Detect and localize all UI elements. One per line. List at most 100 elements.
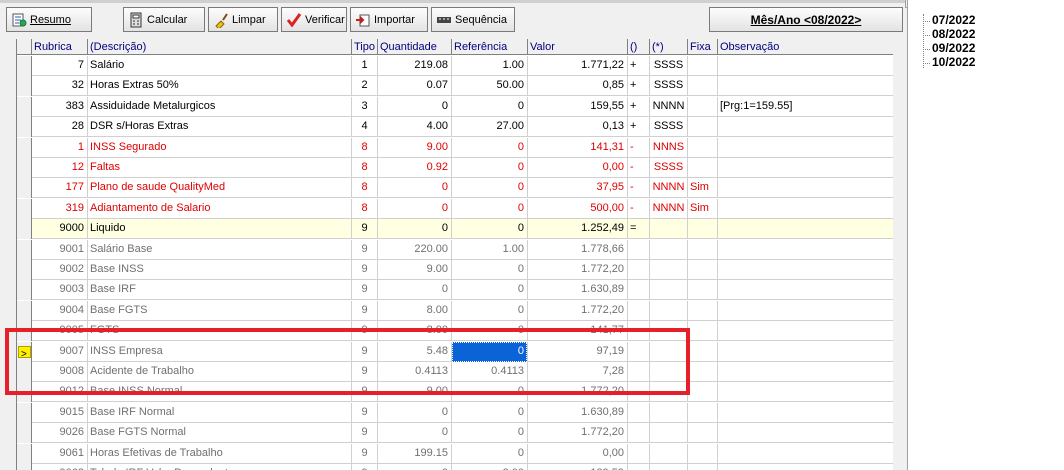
cell-sinal[interactable] bbox=[628, 362, 650, 382]
cell-fixa[interactable] bbox=[688, 321, 718, 342]
cell-referencia[interactable]: 0 bbox=[452, 341, 528, 362]
cell-rubrica[interactable]: 319 bbox=[32, 198, 88, 219]
cell-descricao[interactable]: Base INSS Normal bbox=[88, 382, 352, 403]
cell-quantidade[interactable]: 0 bbox=[378, 423, 452, 444]
cell-tipo[interactable]: 9 bbox=[352, 464, 378, 470]
cell-fixa[interactable] bbox=[688, 219, 718, 240]
cell-fixa[interactable] bbox=[688, 300, 718, 321]
cell-quantidade[interactable]: 0.07 bbox=[378, 76, 452, 97]
table-row[interactable]: 9063Tabela IRF Valor Dependentes902.0018… bbox=[17, 464, 893, 470]
cell-sinal[interactable] bbox=[628, 402, 650, 423]
cell-quantidade[interactable]: 0 bbox=[378, 402, 452, 423]
cell-tipo[interactable]: 9 bbox=[352, 219, 378, 240]
cell-valor[interactable]: 97,19 bbox=[528, 341, 628, 362]
header-referencia[interactable]: Referência bbox=[452, 39, 528, 55]
cell-descricao[interactable]: Base IRF Normal bbox=[88, 402, 352, 423]
import-button[interactable]: Importar bbox=[350, 7, 428, 32]
cell-quantidade[interactable]: 4.00 bbox=[378, 117, 452, 138]
cell-observacao[interactable] bbox=[718, 56, 893, 76]
table-row[interactable]: 9012 Base INSS Normal 9 9.00 0 1.772,20 bbox=[17, 382, 893, 403]
cell-sinal[interactable] bbox=[628, 321, 650, 342]
cell-observacao[interactable] bbox=[718, 382, 893, 402]
cell-rubrica[interactable]: 9063 bbox=[32, 464, 88, 470]
cell-rubrica[interactable]: 9001 bbox=[32, 239, 88, 260]
cell-observacao[interactable] bbox=[718, 199, 893, 219]
cell-observacao[interactable] bbox=[718, 138, 893, 158]
cell-observacao[interactable] bbox=[718, 117, 893, 137]
cell-fixa[interactable] bbox=[688, 158, 718, 178]
table-row[interactable]: 9004 Base FGTS 9 8.00 0 1.772,20 bbox=[17, 300, 893, 321]
cell-quantidade[interactable]: 0 bbox=[378, 198, 452, 219]
cell-valor[interactable]: 1.630,89 bbox=[528, 280, 628, 301]
cell-sinal[interactable] bbox=[628, 423, 650, 444]
table-row[interactable]: 9001 Salário Base 9 220.00 1.00 1.778,66 bbox=[17, 239, 893, 260]
tree-item-period[interactable]: 10/2022 bbox=[932, 56, 975, 69]
cell-valor[interactable]: 141,31 bbox=[528, 137, 628, 158]
cell-descricao[interactable]: Liquido bbox=[88, 219, 352, 240]
cell-descricao[interactable]: FGTS bbox=[88, 321, 352, 342]
cell-flags[interactable] bbox=[650, 423, 688, 444]
header-fixa[interactable]: Fixa bbox=[688, 39, 718, 55]
cell-sinal[interactable] bbox=[628, 341, 650, 362]
table-row[interactable]: 12 Faltas 8 0.92 0 0,00- SSSS bbox=[17, 158, 893, 178]
cell-valor[interactable]: 189,59 bbox=[528, 464, 628, 470]
cell-referencia[interactable]: 1.00 bbox=[452, 239, 528, 260]
cell-descricao[interactable]: Assiduidade Metalurgicos bbox=[88, 96, 352, 117]
cell-rubrica[interactable]: 9002 bbox=[32, 260, 88, 280]
table-row[interactable]: 9061 Horas Efetivas de Trabalho 9 199.15 0 0,… bbox=[17, 443, 893, 464]
header-observacao[interactable]: Observação bbox=[718, 39, 893, 55]
calculate-button[interactable]: Calcular bbox=[123, 7, 205, 32]
cell-quantidade[interactable]: 9.00 bbox=[378, 137, 452, 158]
cell-referencia[interactable]: 0 bbox=[452, 423, 528, 444]
cell-quantidade[interactable]: 9.00 bbox=[378, 382, 452, 403]
cell-valor[interactable]: 0,85 bbox=[528, 76, 628, 97]
cell-rubrica[interactable]: 9005 bbox=[32, 321, 88, 342]
cell-flags[interactable]: SSSS bbox=[650, 158, 688, 178]
cell-valor[interactable]: 1.772,20 bbox=[528, 423, 628, 444]
cell-quantidade[interactable]: 0.92 bbox=[378, 158, 452, 178]
cell-descricao[interactable]: INSS Segurado bbox=[88, 137, 352, 158]
table-row[interactable]: 177 Plano de saude QualityMed 8 0 0 37,95- NNN… bbox=[17, 178, 893, 199]
table-row[interactable]: 9015 Base IRF Normal 9 0 0 1.630,89 bbox=[17, 402, 893, 423]
tree-item-period[interactable]: 09/2022 bbox=[932, 42, 975, 55]
cell-rubrica[interactable]: 9061 bbox=[32, 443, 88, 464]
cell-observacao[interactable] bbox=[718, 280, 893, 300]
cell-valor[interactable]: 1.772,20 bbox=[528, 300, 628, 321]
cell-observacao[interactable]: [Prg:1=159.55] bbox=[718, 97, 893, 117]
cell-referencia[interactable]: 0.4113 bbox=[452, 362, 528, 382]
cell-rubrica[interactable]: 9004 bbox=[32, 300, 88, 321]
cell-fixa[interactable] bbox=[688, 56, 718, 76]
cell-quantidade[interactable]: 9.00 bbox=[378, 260, 452, 280]
cell-valor[interactable]: 7,28 bbox=[528, 362, 628, 382]
cell-flags[interactable] bbox=[650, 239, 688, 260]
cell-valor[interactable]: 1.778,66 bbox=[528, 239, 628, 260]
cell-descricao[interactable]: Horas Extras 50% bbox=[88, 76, 352, 97]
table-row[interactable]: 1 INSS Segurado 8 9.00 0 141,31- NNNS bbox=[17, 137, 893, 158]
cell-descricao[interactable]: INSS Empresa bbox=[88, 341, 352, 362]
cell-fixa[interactable] bbox=[688, 137, 718, 158]
cell-flags[interactable] bbox=[650, 219, 688, 240]
cell-referencia[interactable]: 0 bbox=[452, 198, 528, 219]
table-row[interactable]: 383 Assiduidade Metalurgicos 3 0 0 159,55 + NNN… bbox=[17, 96, 893, 117]
table-row[interactable]: 9002 Base INSS 9 9.00 0 1.772,20 bbox=[17, 260, 893, 280]
cell-sinal[interactable] bbox=[628, 260, 650, 280]
cell-valor[interactable]: 1.772,20 bbox=[528, 260, 628, 280]
table-row[interactable]: 9003 Base IRF 9 0 0 1.630,89 bbox=[17, 280, 893, 301]
cell-flags[interactable] bbox=[650, 341, 688, 362]
cell-valor[interactable]: 1.771,22 bbox=[528, 56, 628, 76]
cell-descricao[interactable]: Base FGTS bbox=[88, 300, 352, 321]
cell-referencia[interactable]: 50.00 bbox=[452, 76, 528, 97]
cell-observacao[interactable] bbox=[718, 219, 893, 239]
cell-quantidade[interactable]: 219.08 bbox=[378, 56, 452, 76]
cell-descricao[interactable]: Plano de saude QualityMed bbox=[88, 178, 352, 199]
cell-valor[interactable]: 159,55 bbox=[528, 96, 628, 117]
cell-sinal[interactable]: - bbox=[628, 137, 650, 158]
tree-item-period[interactable]: 08/2022 bbox=[932, 28, 975, 41]
table-row[interactable]: 9007INSS Empresa95.48097,19 bbox=[17, 341, 893, 362]
table-row[interactable]: 9026 Base FGTS Normal 9 0 0 1.772,20 bbox=[17, 423, 893, 444]
cell-valor[interactable]: 500,00 bbox=[528, 198, 628, 219]
header-valor[interactable]: Valor bbox=[528, 39, 628, 55]
cell-descricao[interactable]: Adiantamento de Salario bbox=[88, 198, 352, 219]
cell-rubrica[interactable]: 9007 bbox=[32, 341, 88, 362]
cell-referencia[interactable]: 0 bbox=[452, 280, 528, 301]
